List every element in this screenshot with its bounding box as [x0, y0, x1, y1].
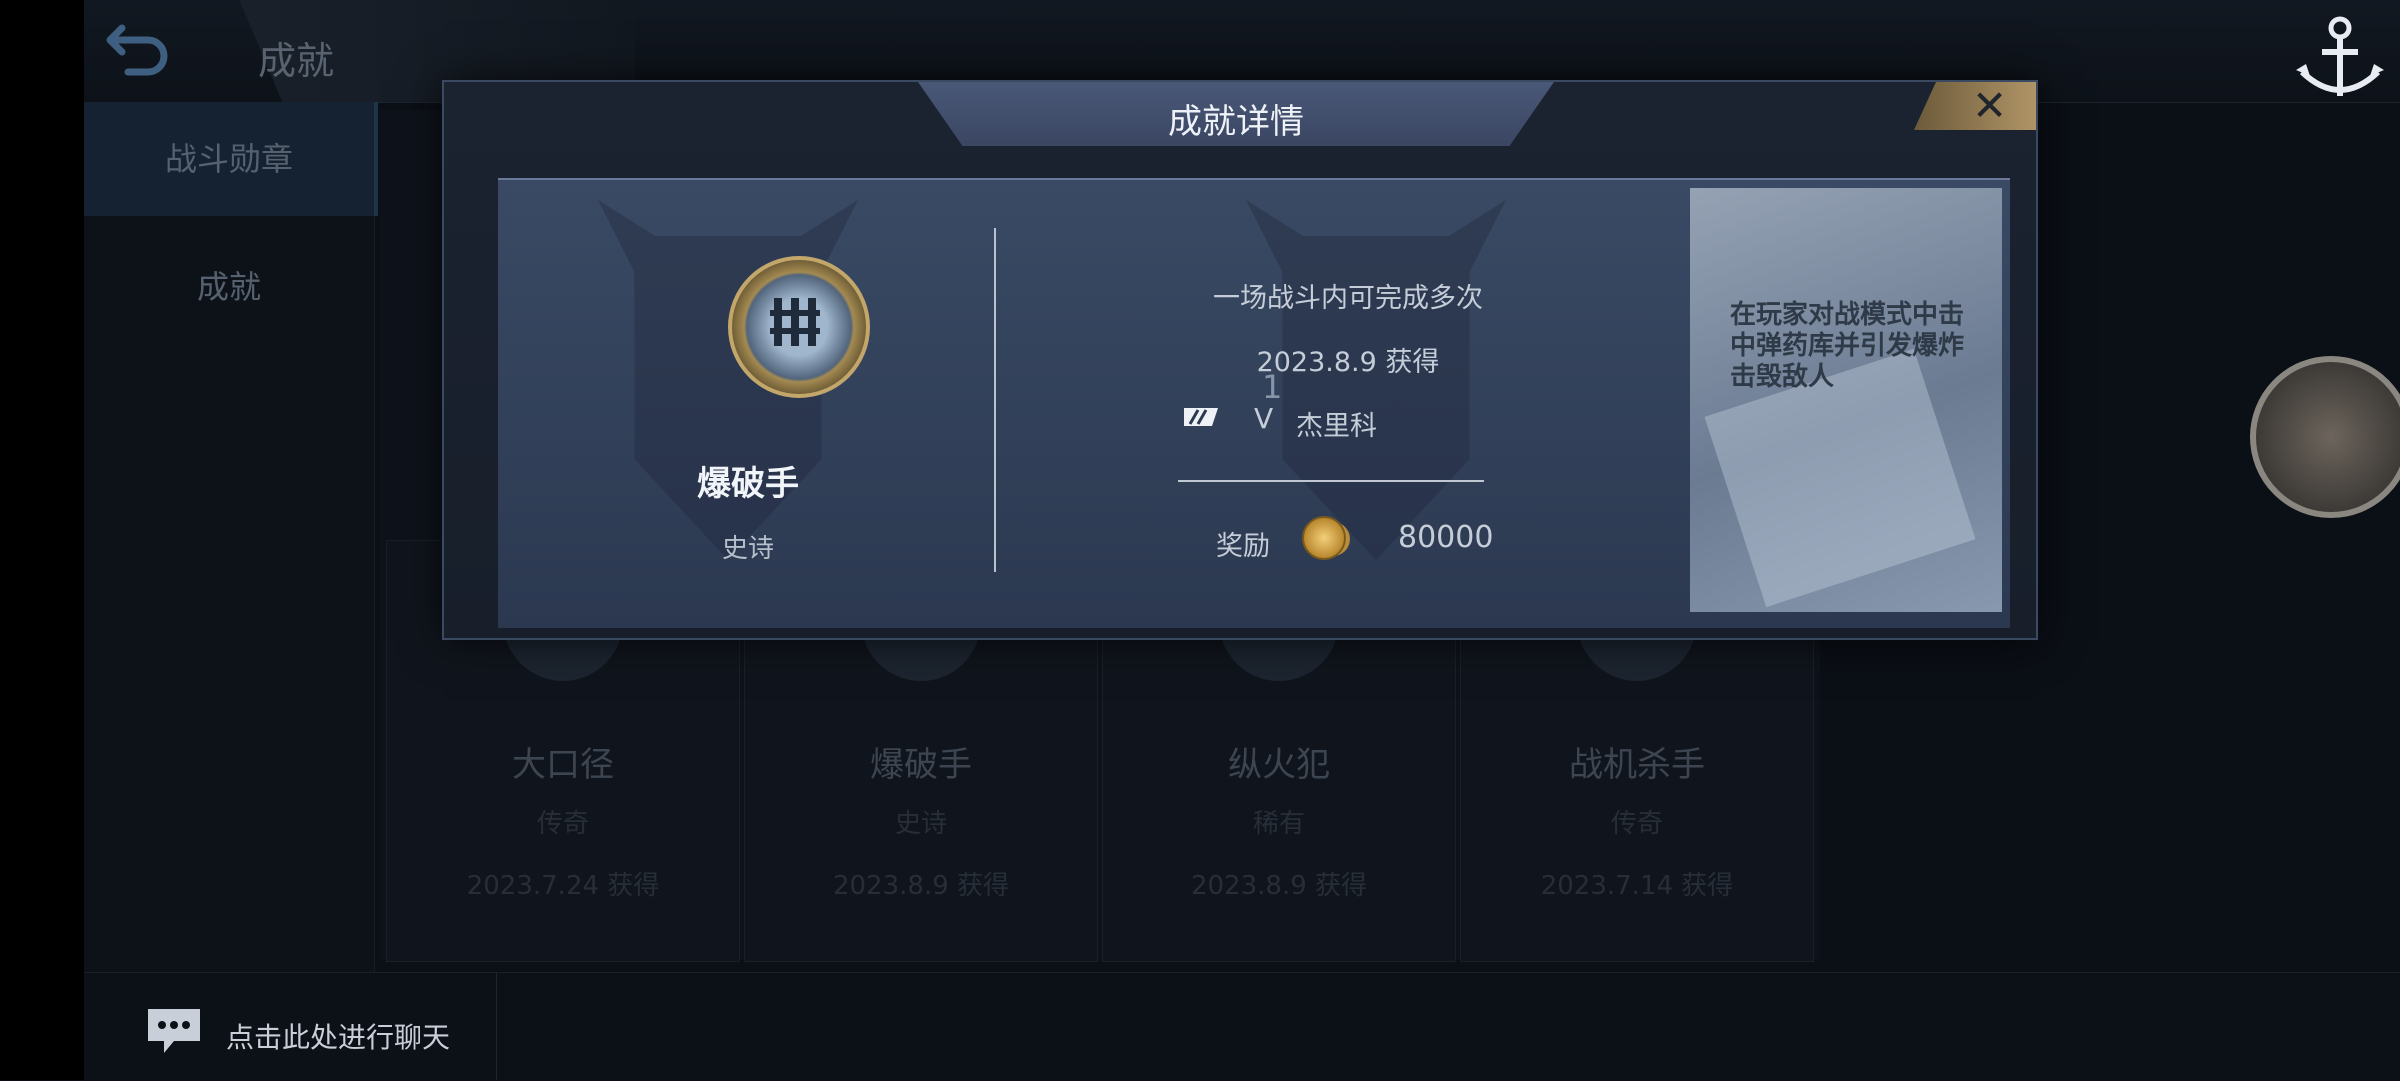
rank-icon: V: [1254, 402, 1274, 435]
card-date: 2023.8.9 获得: [832, 871, 1010, 901]
card-rarity: 传奇: [536, 809, 589, 839]
left-edge: [0, 0, 84, 1080]
coin-icon: [1302, 516, 1346, 560]
badge-name: 爆破手: [697, 464, 799, 504]
card-date: 2023.7.14 获得: [1540, 871, 1734, 901]
reward-value: 80000: [1398, 520, 1494, 555]
commander-avatar-button[interactable]: [2250, 356, 2400, 518]
nation-flag-icon: [1184, 408, 1218, 426]
close-button[interactable]: ✕: [1914, 82, 2036, 130]
card-rarity: 稀有: [1252, 809, 1305, 839]
shield-backdrop: [1246, 200, 1506, 560]
divider: [994, 228, 996, 572]
divider: [1178, 480, 1484, 482]
anchor-icon[interactable]: [2290, 0, 2390, 110]
card-name: 纵火犯: [1228, 745, 1330, 785]
card-date: 2023.7.24 获得: [466, 871, 660, 901]
chat-bubble-icon[interactable]: [144, 1005, 204, 1057]
card-name: 爆破手: [870, 745, 972, 785]
badge-rarity: 史诗: [721, 534, 774, 564]
achievement-description: 在玩家对战模式中击中弹药库并引发爆炸击毁敌人: [1730, 300, 1965, 392]
card-rarity: 史诗: [894, 809, 947, 839]
sidebar: 战斗勋章 成就: [84, 102, 378, 972]
achievement-condition: 一场战斗内可完成多次: [1213, 283, 1483, 314]
back-icon[interactable]: [104, 18, 174, 78]
ship-name: 杰里科: [1296, 411, 1377, 442]
card-name: 大口径: [512, 745, 614, 785]
chat-prompt[interactable]: 点击此处进行聊天: [226, 1016, 450, 1056]
card-rarity: 传奇: [1610, 809, 1663, 839]
reward-label: 奖励: [1216, 531, 1270, 562]
page-title: 成就: [258, 39, 335, 83]
dialog-header: 成就详情: [918, 82, 1554, 146]
achievement-detail-dialog: 成就详情 ✕ 1 爆破手 史诗 一场战斗内可完成多次 2023.8.9 获得 V…: [442, 80, 2038, 640]
sidebar-item-achievements[interactable]: 成就: [84, 230, 374, 344]
card-name: 战机杀手: [1569, 745, 1705, 785]
description-panel: 在玩家对战模式中击中弹药库并引发爆炸击毁敌人: [1690, 188, 2002, 612]
close-icon[interactable]: ✕: [1972, 82, 2007, 130]
ammo-rack-icon: [770, 298, 820, 346]
earned-date: 2023.8.9 获得: [1256, 347, 1440, 378]
card-date: 2023.8.9 获得: [1190, 871, 1368, 901]
sidebar-item-battle-medals[interactable]: 战斗勋章: [84, 102, 378, 216]
dialog-title: 成就详情: [1168, 102, 1304, 142]
dialog-body: 1 爆破手 史诗 一场战斗内可完成多次 2023.8.9 获得 V 杰里科 奖励…: [498, 178, 2010, 628]
